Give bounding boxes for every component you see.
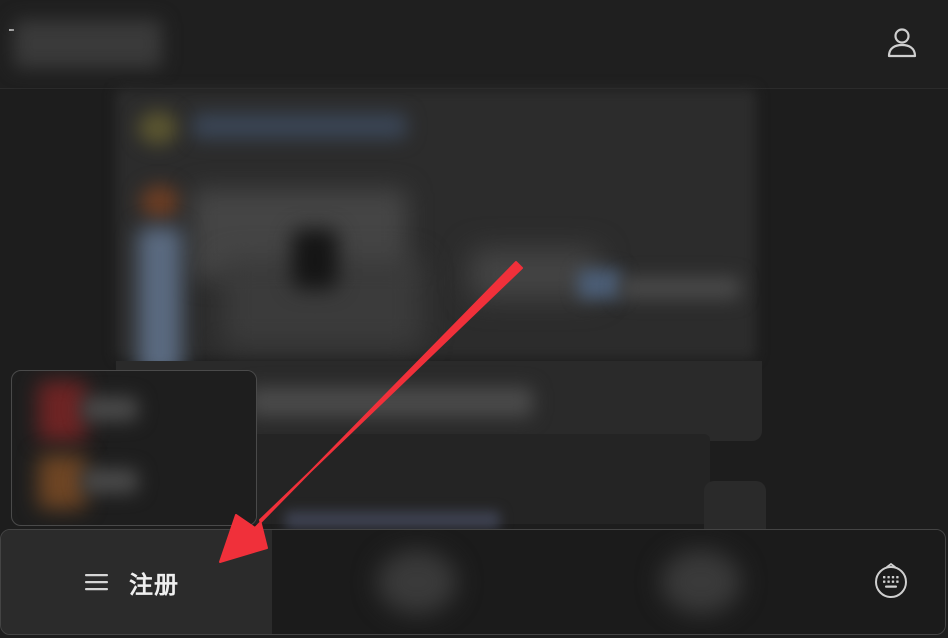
blurred-avatar (138, 111, 178, 145)
blurred-content-area (0, 89, 948, 529)
bottom-bar: 注册 (0, 529, 946, 635)
keyboard-icon (875, 562, 907, 598)
blurred-image (138, 227, 182, 377)
blurred-text-line (248, 387, 533, 417)
menu-icon (84, 572, 110, 592)
app-screen: 注册 (0, 0, 948, 638)
blurred-link (578, 269, 622, 299)
blurred-text-line (285, 511, 500, 529)
blurred-message-bubble (704, 481, 766, 529)
panel-fade (12, 371, 256, 525)
blurred-image (292, 229, 338, 289)
blurred-avatar (140, 185, 180, 219)
user-account-icon (887, 28, 917, 58)
account-button[interactable] (880, 20, 924, 64)
register-button[interactable]: 注册 (1, 530, 272, 634)
blurred-action-button[interactable] (377, 550, 457, 614)
top-bar (0, 0, 948, 89)
blurred-text-line (192, 113, 407, 139)
blurred-text-line (620, 277, 740, 299)
blurred-action-button[interactable] (661, 550, 741, 614)
blurred-side-panel (11, 370, 257, 526)
blurred-title (14, 20, 162, 68)
register-label: 注册 (129, 570, 179, 599)
bottom-bar-actions (272, 530, 945, 634)
keyboard-button[interactable] (870, 560, 912, 602)
